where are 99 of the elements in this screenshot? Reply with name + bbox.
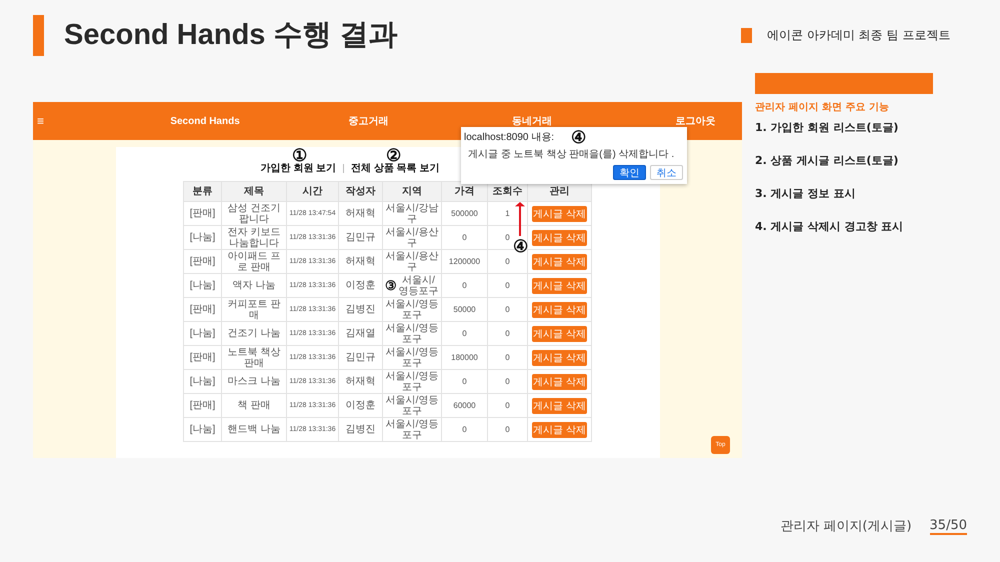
table-cell: 180000	[442, 346, 488, 370]
table-cell: 0	[442, 274, 488, 298]
table-cell: 0	[488, 394, 528, 418]
table-cell: 0	[488, 322, 528, 346]
square-bullet-icon	[741, 28, 752, 42]
delete-post-button[interactable]: 게시글 삭제	[532, 398, 587, 414]
table-cell: 0	[488, 346, 528, 370]
slide-title: Second Hands 수행 결과	[64, 18, 399, 53]
table-cell: 마스크 나눔	[222, 370, 286, 394]
table-cell: 책 판매	[222, 394, 286, 418]
table-cell: [판매]	[184, 250, 222, 274]
nav-link[interactable]: 중고거래	[322, 114, 416, 128]
table-cell: 김민규	[338, 346, 382, 370]
delete-post-button[interactable]: 게시글 삭제	[532, 350, 587, 366]
menu-icon[interactable]: ≡	[37, 114, 46, 128]
table-cell: 0	[488, 370, 528, 394]
delete-post-button[interactable]: 게시글 삭제	[532, 422, 587, 438]
table-cell: 김재열	[338, 322, 382, 346]
table-cell: 0	[488, 418, 528, 442]
feature-item: 3. 게시글 정보 표시	[755, 186, 856, 202]
table-cell: [나눔]	[184, 322, 222, 346]
table-cell: 삼성 건조기 팝니다	[222, 202, 286, 226]
feature-item: 4. 게시글 삭제시 경고창 표시	[755, 219, 904, 235]
toggle-link[interactable]: 가입한 회원 보기	[260, 161, 336, 175]
feature-item: 2. 상품 게시글 리스트(토글)	[755, 153, 900, 169]
table-cell: 김병진	[338, 298, 382, 322]
title-accent-bar	[33, 14, 44, 56]
section-label: 관리자 페이지(게시글)	[780, 518, 912, 535]
cancel-button[interactable]: 취소	[650, 165, 683, 180]
table-cell: 허재혁	[338, 250, 382, 274]
annotation-number: ①	[292, 147, 307, 164]
annotation-number: ④	[571, 129, 586, 146]
table-cell: 서울시/영등포구	[382, 322, 442, 346]
table-cell: 0	[442, 226, 488, 250]
table-cell: 서울시/용산구	[382, 226, 442, 250]
table-cell: [나눔]	[184, 274, 222, 298]
table-cell: 0	[442, 322, 488, 346]
table-cell: 1200000	[442, 250, 488, 274]
column-header: 작성자	[338, 182, 382, 202]
table-cell: 이정훈	[338, 274, 382, 298]
table-cell: 허재혁	[338, 202, 382, 226]
table-cell: 이정훈	[338, 394, 382, 418]
dialog-title: localhost:8090 내용:	[464, 131, 554, 144]
annotation-number: ③	[385, 280, 397, 291]
delete-post-button[interactable]: 게시글 삭제	[532, 278, 587, 294]
table-cell: 서울시/영등포구	[382, 298, 442, 322]
table-cell: 전자 키보드 나눔합니다	[222, 226, 286, 250]
table-cell: 60000	[442, 394, 488, 418]
column-header: 시간	[286, 182, 338, 202]
arrow	[515, 202, 525, 236]
table-cell: [판매]	[184, 298, 222, 322]
brand-link[interactable]: Second Hands	[158, 116, 252, 126]
column-header: 지역	[382, 182, 442, 202]
table-cell: [나눔]	[184, 418, 222, 442]
table-cell: [판매]	[184, 394, 222, 418]
table-cell: 김민규	[338, 226, 382, 250]
delete-post-button[interactable]: 게시글 삭제	[532, 206, 587, 222]
table-cell: 서울시/영등포구	[382, 418, 442, 442]
table-cell: [판매]	[184, 202, 222, 226]
table-cell: 핸드백 나눔	[222, 418, 286, 442]
dialog-message: 게시글 중 노트북 책상 판매을(를) 삭제합니다 .	[468, 148, 676, 161]
table-cell: 50000	[442, 298, 488, 322]
table-cell: 500000	[442, 202, 488, 226]
table-cell: [나눔]	[184, 226, 222, 250]
toggle-link[interactable]: 전체 상품 목록 보기	[351, 161, 440, 175]
nav-link[interactable]: 동네거래	[485, 114, 579, 128]
delete-post-button[interactable]: 게시글 삭제	[532, 254, 587, 270]
delete-post-button[interactable]: 게시글 삭제	[532, 302, 587, 318]
table-cell: 허재혁	[338, 370, 382, 394]
delete-post-button[interactable]: 게시글 삭제	[532, 230, 587, 246]
table-cell: 0	[488, 298, 528, 322]
annotation-number: ②	[386, 147, 401, 164]
feature-item: 1. 가입한 회원 리스트(토글)	[755, 120, 900, 136]
table-cell: 서울시/용산구	[382, 250, 442, 274]
table-cell: 0	[488, 274, 528, 298]
table-cell: 서울시/강남구	[382, 202, 442, 226]
table-cell: 김병진	[338, 418, 382, 442]
table-cell: 서울시/영등포구	[382, 394, 442, 418]
panel-heading: 관리자 페이지 화면 주요 기능	[755, 101, 890, 114]
table-cell: 건조기 나눔	[222, 322, 286, 346]
page-number: 35/50	[930, 518, 967, 535]
table-cell: 0	[442, 418, 488, 442]
confirm-button[interactable]: 확인	[613, 165, 646, 180]
table-cell: 커피포트 판매	[222, 298, 286, 322]
table-cell: 액자 나눔	[222, 274, 286, 298]
table-cell: 노트북 책상 판매	[222, 346, 286, 370]
table-cell: 서울시/영등포구	[382, 346, 442, 370]
table-cell: [판매]	[184, 346, 222, 370]
delete-post-button[interactable]: 게시글 삭제	[532, 374, 587, 390]
table-cell: 서울시/영등포구	[382, 370, 442, 394]
project-label: 에이콘 아카데미 최종 팀 프로젝트	[767, 26, 950, 44]
table-cell: 0	[442, 370, 488, 394]
nav-link[interactable]: 로그아웃	[648, 114, 742, 128]
column-header: 분류	[184, 182, 222, 202]
table-cell: 아이패드 프로 판매	[222, 250, 286, 274]
table-cell: [나눔]	[184, 370, 222, 394]
delete-post-button[interactable]: 게시글 삭제	[532, 326, 587, 342]
table-cell: 서울시/영등포구	[398, 274, 439, 296]
column-header: 제목	[222, 182, 286, 202]
